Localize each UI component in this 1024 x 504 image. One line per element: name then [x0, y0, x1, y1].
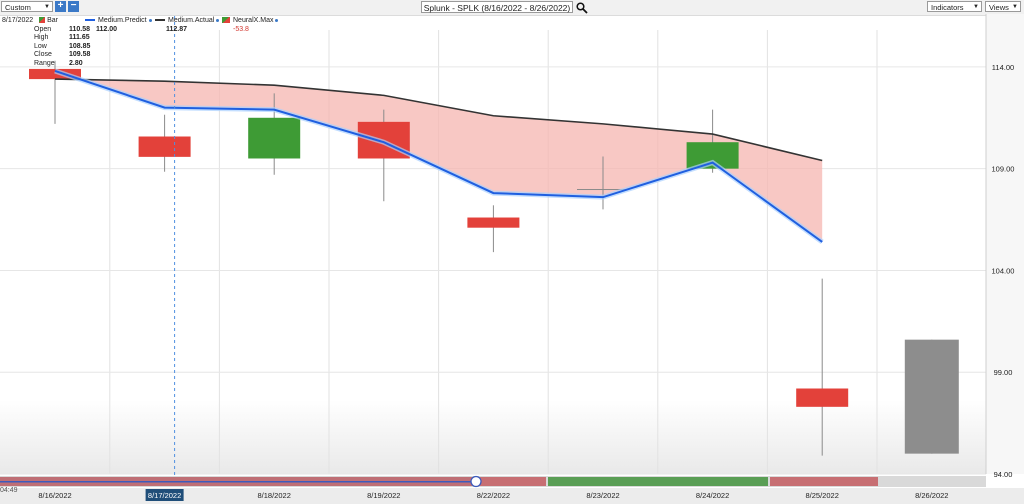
range-value: 2.80	[69, 59, 83, 67]
x-tick-label: 8/18/2022	[258, 491, 291, 500]
candle-body	[138, 136, 191, 157]
time-stub: 04:49	[0, 487, 18, 494]
legend-predict: Medium.Predict 112.00	[85, 17, 152, 39]
y-tick-label: 94.00	[994, 470, 1013, 479]
y-tick-label: 104.00	[992, 266, 1015, 275]
actual-label: Medium.Actual	[168, 17, 215, 24]
x-tick-label: 8/22/2022	[477, 491, 510, 500]
neuralx-swatch-icon	[222, 17, 230, 24]
y-tick-label: 114.00	[992, 63, 1014, 72]
ohlc-close: Close 109.58	[2, 51, 90, 60]
low-label: Low	[34, 42, 47, 50]
x-tick-label: 8/24/2022	[696, 491, 729, 500]
x-tick-label: 8/23/2022	[586, 491, 619, 500]
neuralx-label: NeuralX.Max	[233, 17, 274, 24]
candle-body	[248, 117, 301, 159]
candlestick-chart[interactable]: 114.00 109.00 104.00 99.00 94.00 8/16/2022 8/1…	[0, 0, 1024, 504]
candle-body	[467, 217, 520, 228]
y-tick-label: 109.00	[992, 165, 1015, 174]
neuralx-value: -53.8	[233, 25, 249, 33]
ohlc-low: Low 108.85	[2, 43, 90, 52]
predict-label: Medium.Predict	[98, 17, 147, 24]
high-label: High	[34, 34, 49, 42]
close-value: 109.58	[69, 51, 91, 59]
legend-bar-label: Bar	[47, 17, 58, 24]
ohlc-readout: 8/17/2022 Bar Open 110.58 High 111.65 Low 1…	[2, 17, 90, 69]
ohlc-open: Open 110.58	[2, 26, 90, 35]
x-tick-label: 8/26/2022	[915, 491, 948, 500]
y-axis-panel	[986, 14, 1024, 474]
x-tick-label: 8/17/2022	[148, 491, 181, 500]
legend-date-row: 8/17/2022 Bar	[2, 17, 90, 26]
legend-neuralx: NeuralX.Max -53.8	[222, 17, 279, 39]
candle-body	[796, 388, 849, 407]
range-label: Range	[34, 59, 55, 67]
scrollbar-segment-down	[770, 477, 878, 486]
actual-swatch-icon	[155, 19, 165, 22]
x-tick-label: 8/16/2022	[38, 491, 71, 500]
x-tick-label: 8/19/2022	[367, 491, 400, 500]
legend-actual: Medium.Actual 112.87	[155, 17, 220, 39]
bar-swatch-icon	[39, 17, 46, 24]
plot-fade	[0, 400, 986, 474]
low-value: 108.85	[69, 42, 91, 50]
scrollbar-past-line	[0, 481, 475, 483]
dot-icon	[148, 19, 152, 22]
dot-icon	[216, 19, 220, 22]
scrollbar-segment-up	[548, 477, 768, 486]
dot-icon	[275, 19, 279, 22]
scrollbar-segment-down	[478, 477, 546, 486]
actual-value: 112.87	[166, 25, 188, 33]
legend-date: 8/17/2022	[2, 17, 34, 24]
predict-swatch-icon	[85, 19, 95, 22]
ohlc-range: Range 2.80	[2, 60, 90, 69]
x-tick-label: 8/25/2022	[806, 491, 839, 500]
open-label: Open	[34, 25, 52, 33]
y-tick-label: 99.00	[994, 368, 1013, 377]
candle-body	[904, 339, 959, 454]
ohlc-high: High 111.65	[2, 34, 90, 43]
close-label: Close	[34, 51, 52, 59]
predict-value: 112.00	[96, 25, 118, 33]
scrollbar-handle[interactable]	[470, 475, 482, 488]
